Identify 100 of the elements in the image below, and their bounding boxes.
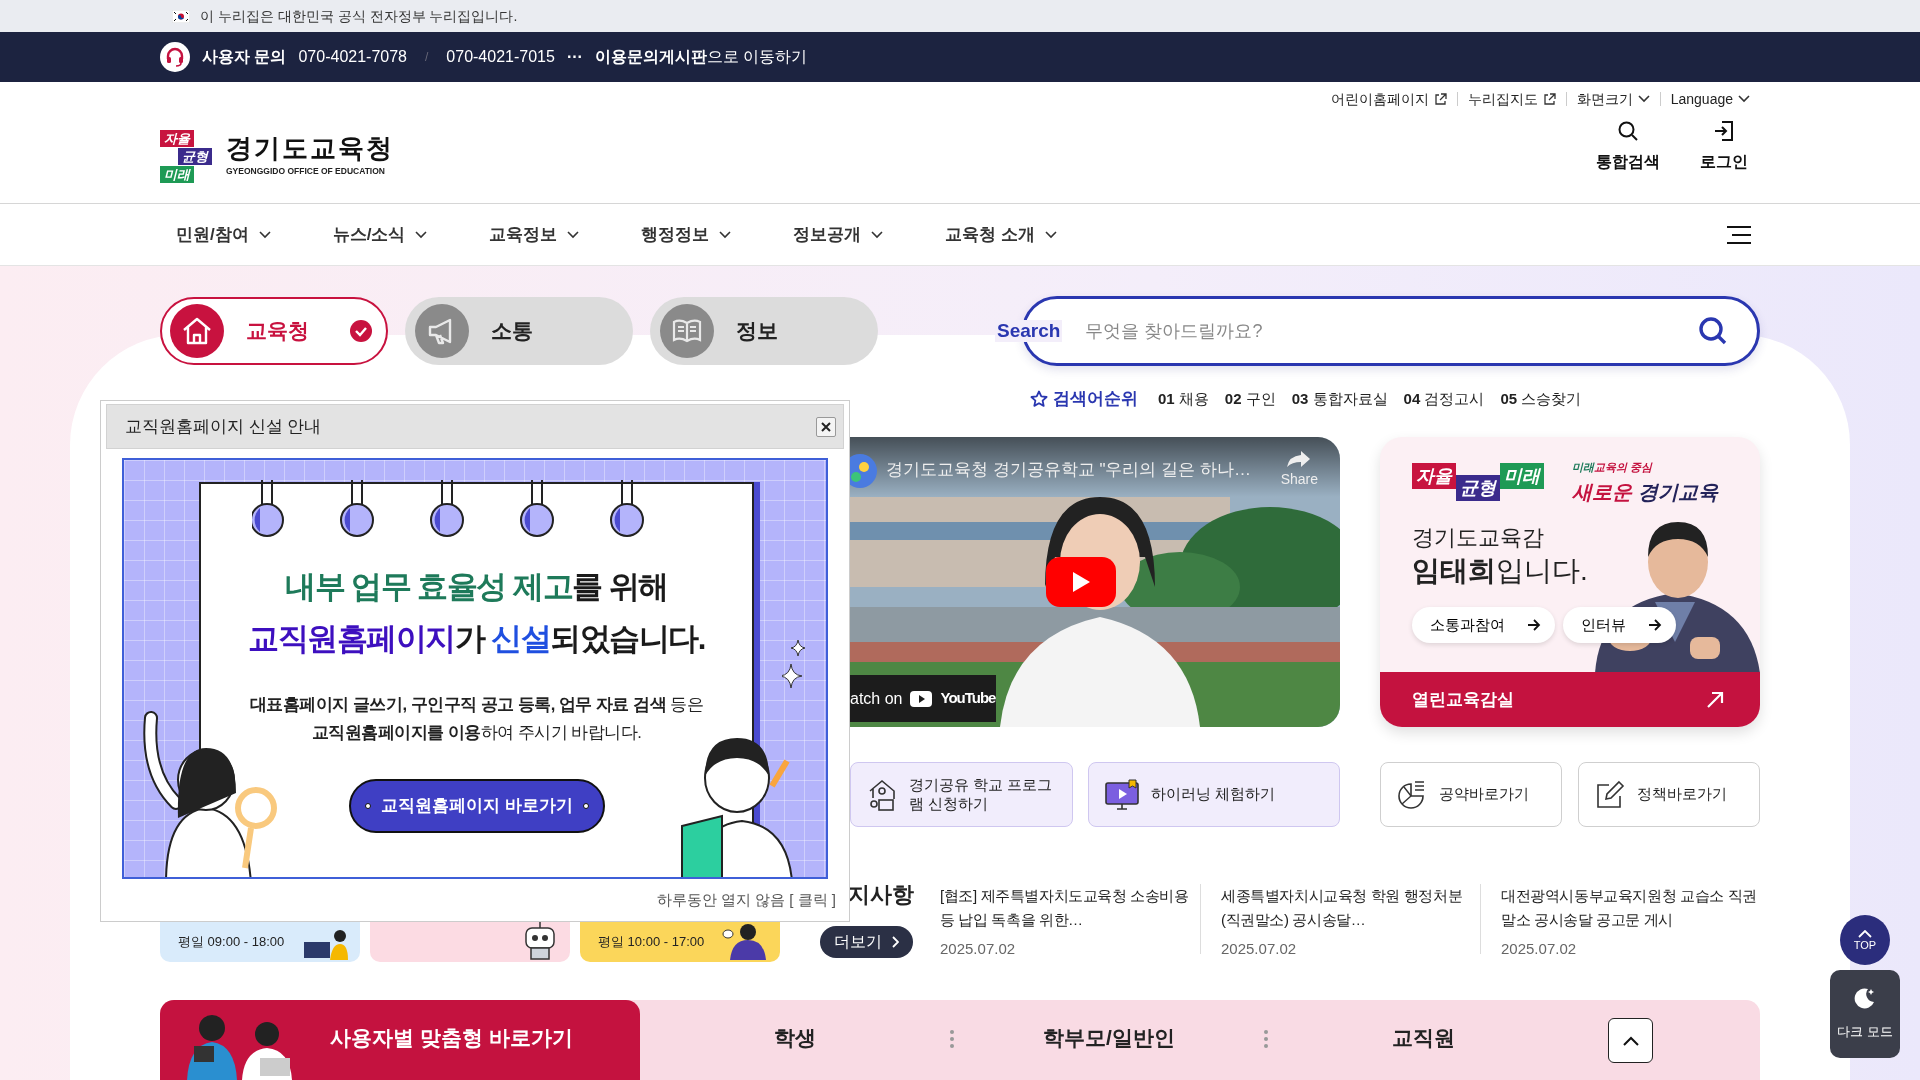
chevron-down-icon xyxy=(871,230,884,239)
greeting-text: 경기도교육감 xyxy=(1412,524,1544,552)
phone-number: 070-4021-7015 xyxy=(446,47,555,67)
name-text: 임태희입니다. xyxy=(1412,554,1588,588)
watch-on-youtube-link[interactable]: atch on YouTube xyxy=(850,675,996,722)
chevron-down-icon xyxy=(1738,95,1750,103)
utility-link[interactable]: 누리집지도 xyxy=(1456,92,1566,106)
arrow-up-right-icon xyxy=(1706,690,1724,709)
logo-subtitle: GYEONGGIDO OFFICE OF EDUCATION xyxy=(226,164,386,178)
body-text: 대표홈페이지 글쓰기, 구인구직 공고 등록, 업무 자료 검색 등은 xyxy=(248,694,705,715)
more-dots: ··· xyxy=(566,47,583,67)
play-icon xyxy=(1071,571,1091,593)
close-button[interactable] xyxy=(816,416,836,437)
category-tab[interactable]: 소통 xyxy=(405,297,633,365)
utility-link[interactable]: 화면크기 xyxy=(1565,92,1660,106)
quick-card[interactable]: 평일 09:00 - 18:00 xyxy=(160,922,360,962)
close-icon xyxy=(821,421,831,432)
headline-text: 교직원홈페이지가 신설되었습니다. xyxy=(247,620,706,658)
login-button[interactable]: 로그인 xyxy=(1700,120,1748,174)
shortcut-link[interactable]: 경기공유 학교 프로그램 신청하기 xyxy=(850,762,1073,827)
shortcut-link[interactable]: 정책바로가기 xyxy=(1578,762,1760,827)
dismiss-link[interactable]: 하루동안 열지 않음 [ 클릭 ] xyxy=(106,889,844,912)
nav-menu-item[interactable]: 교육정보 xyxy=(473,215,596,254)
ranking-item[interactable]: 03 통합자료실 xyxy=(1291,387,1388,411)
monitor-icon xyxy=(1105,778,1139,811)
link-button[interactable]: 소통과참여 xyxy=(1412,607,1555,643)
office-link[interactable]: 열린교육감실 xyxy=(1380,672,1760,727)
hours-text: 평일 09:00 - 18:00 xyxy=(178,933,285,952)
collapse-button[interactable] xyxy=(1608,1018,1653,1063)
logo-mark: 자율 균형 미래 xyxy=(160,129,214,183)
tagline: 미래교육의 중심 xyxy=(1572,460,1653,475)
nav-menu-item[interactable]: 교육청 소개 xyxy=(929,215,1074,254)
utility-link[interactable]: Language xyxy=(1659,92,1760,106)
search-icon xyxy=(1617,120,1639,142)
chevron-right-icon xyxy=(892,936,899,948)
audience-tab[interactable]: 학생 xyxy=(640,1016,950,1060)
category-tab[interactable]: 교육청 xyxy=(160,297,388,365)
notice-date: 2025.07.02 xyxy=(940,939,1017,959)
chevron-down-icon xyxy=(719,230,732,239)
contact-label: 사용자 문의 xyxy=(202,47,287,67)
headline-text: 내부 업무 효율성 제고를 위해 xyxy=(284,568,669,606)
ranking-item[interactable]: 04 검정고시 xyxy=(1403,387,1485,411)
chevron-down-icon xyxy=(415,230,428,239)
board-link[interactable]: 이용문의게시판으로 이동하기 xyxy=(594,45,808,69)
quick-card[interactable] xyxy=(370,922,570,962)
ranking-item[interactable]: 02 구인 xyxy=(1224,387,1276,411)
ranking-item[interactable]: 01 채용 xyxy=(1158,387,1209,411)
search-button[interactable]: 통합검색 xyxy=(1596,120,1660,174)
chevron-down-icon xyxy=(1637,95,1650,103)
banner-text: 이 누리집은 대한민국 공식 전자정부 누리집입니다. xyxy=(200,6,518,26)
go-button[interactable]: 교직원홈페이지 바로가기 xyxy=(349,779,605,833)
nav-menu-item[interactable]: 뉴스/소식 xyxy=(316,215,444,254)
check-icon xyxy=(350,320,372,342)
moon-icon xyxy=(1853,986,1877,1011)
notice-date: 2025.07.02 xyxy=(1501,939,1578,959)
logo-mark: 자율 균형 미래 xyxy=(1412,463,1544,501)
chevron-down-icon xyxy=(1045,230,1058,239)
search-label: Search xyxy=(995,320,1063,342)
section-title: 지사항 xyxy=(848,882,915,908)
chevron-up-icon xyxy=(1858,929,1872,938)
flag-icon xyxy=(172,9,190,23)
link-button[interactable]: 인터뷰 xyxy=(1563,607,1676,643)
logo-name: 경기도교육청 xyxy=(226,134,394,163)
nav-menu-item[interactable]: 민원/참여 xyxy=(160,215,287,254)
star-icon xyxy=(1030,390,1048,408)
body-text: 교직원홈페이지를 이용하여 주시기 바랍니다. xyxy=(310,722,643,743)
chevron-down-icon xyxy=(567,230,580,239)
category-tab[interactable]: 정보 xyxy=(650,297,878,365)
ranking-title: 검색어순위 xyxy=(1053,388,1138,411)
notice-link[interactable]: 세종특별자치시교육청 학원 행정처분(직권말소) 공시송달… xyxy=(1221,884,1477,932)
house-icon xyxy=(867,777,897,812)
notice-link[interactable]: [협조] 제주특별자치도교육청 소송비용 등 납입 독촉을 위한… xyxy=(940,884,1196,932)
play-icon xyxy=(910,690,933,707)
video-title: 경기도교육청 경기공유학교 "우리의 길은 하나… xyxy=(886,459,1251,481)
ranking-item[interactable]: 05 스승찾기 xyxy=(1500,387,1582,411)
nav-menu-item[interactable]: 행정정보 xyxy=(625,215,748,254)
hours-text: 평일 10:00 - 17:00 xyxy=(598,933,705,952)
separator: / xyxy=(425,49,429,66)
dark-mode-button[interactable]: 다크 모드 xyxy=(1830,970,1900,1058)
more-button[interactable]: 더보기 xyxy=(820,926,913,958)
dots-icon xyxy=(950,1030,954,1048)
pie-chart-icon xyxy=(1397,779,1427,810)
shortcut-link[interactable]: 공약바로가기 xyxy=(1380,762,1562,827)
external-link-icon xyxy=(1433,92,1447,106)
headset-icon xyxy=(160,42,190,72)
shortcut-link[interactable]: 하이러닝 체험하기 xyxy=(1088,762,1340,827)
slogan: 새로운 경기교육 xyxy=(1572,480,1718,505)
notice-link[interactable]: 대전광역시동부교육지원청 교습소 직권말소 공시송달 공고문 게시 xyxy=(1501,884,1757,932)
login-icon xyxy=(1713,120,1735,142)
notice-date: 2025.07.02 xyxy=(1221,939,1298,959)
arrow-right-icon xyxy=(1648,619,1662,631)
play-button[interactable] xyxy=(1046,557,1116,607)
quick-card[interactable]: 평일 10:00 - 17:00 xyxy=(580,922,780,962)
external-link-icon xyxy=(1542,92,1556,106)
utility-link[interactable]: 어린이홈페이지 xyxy=(1320,92,1457,106)
audience-tab[interactable]: 학부모/일반인 xyxy=(954,1016,1264,1060)
audience-tab[interactable]: 교직원 xyxy=(1268,1016,1578,1060)
nav-menu-item[interactable]: 정보공개 xyxy=(777,215,900,254)
chevron-up-icon xyxy=(1622,1035,1639,1046)
edit-icon xyxy=(1595,779,1625,810)
